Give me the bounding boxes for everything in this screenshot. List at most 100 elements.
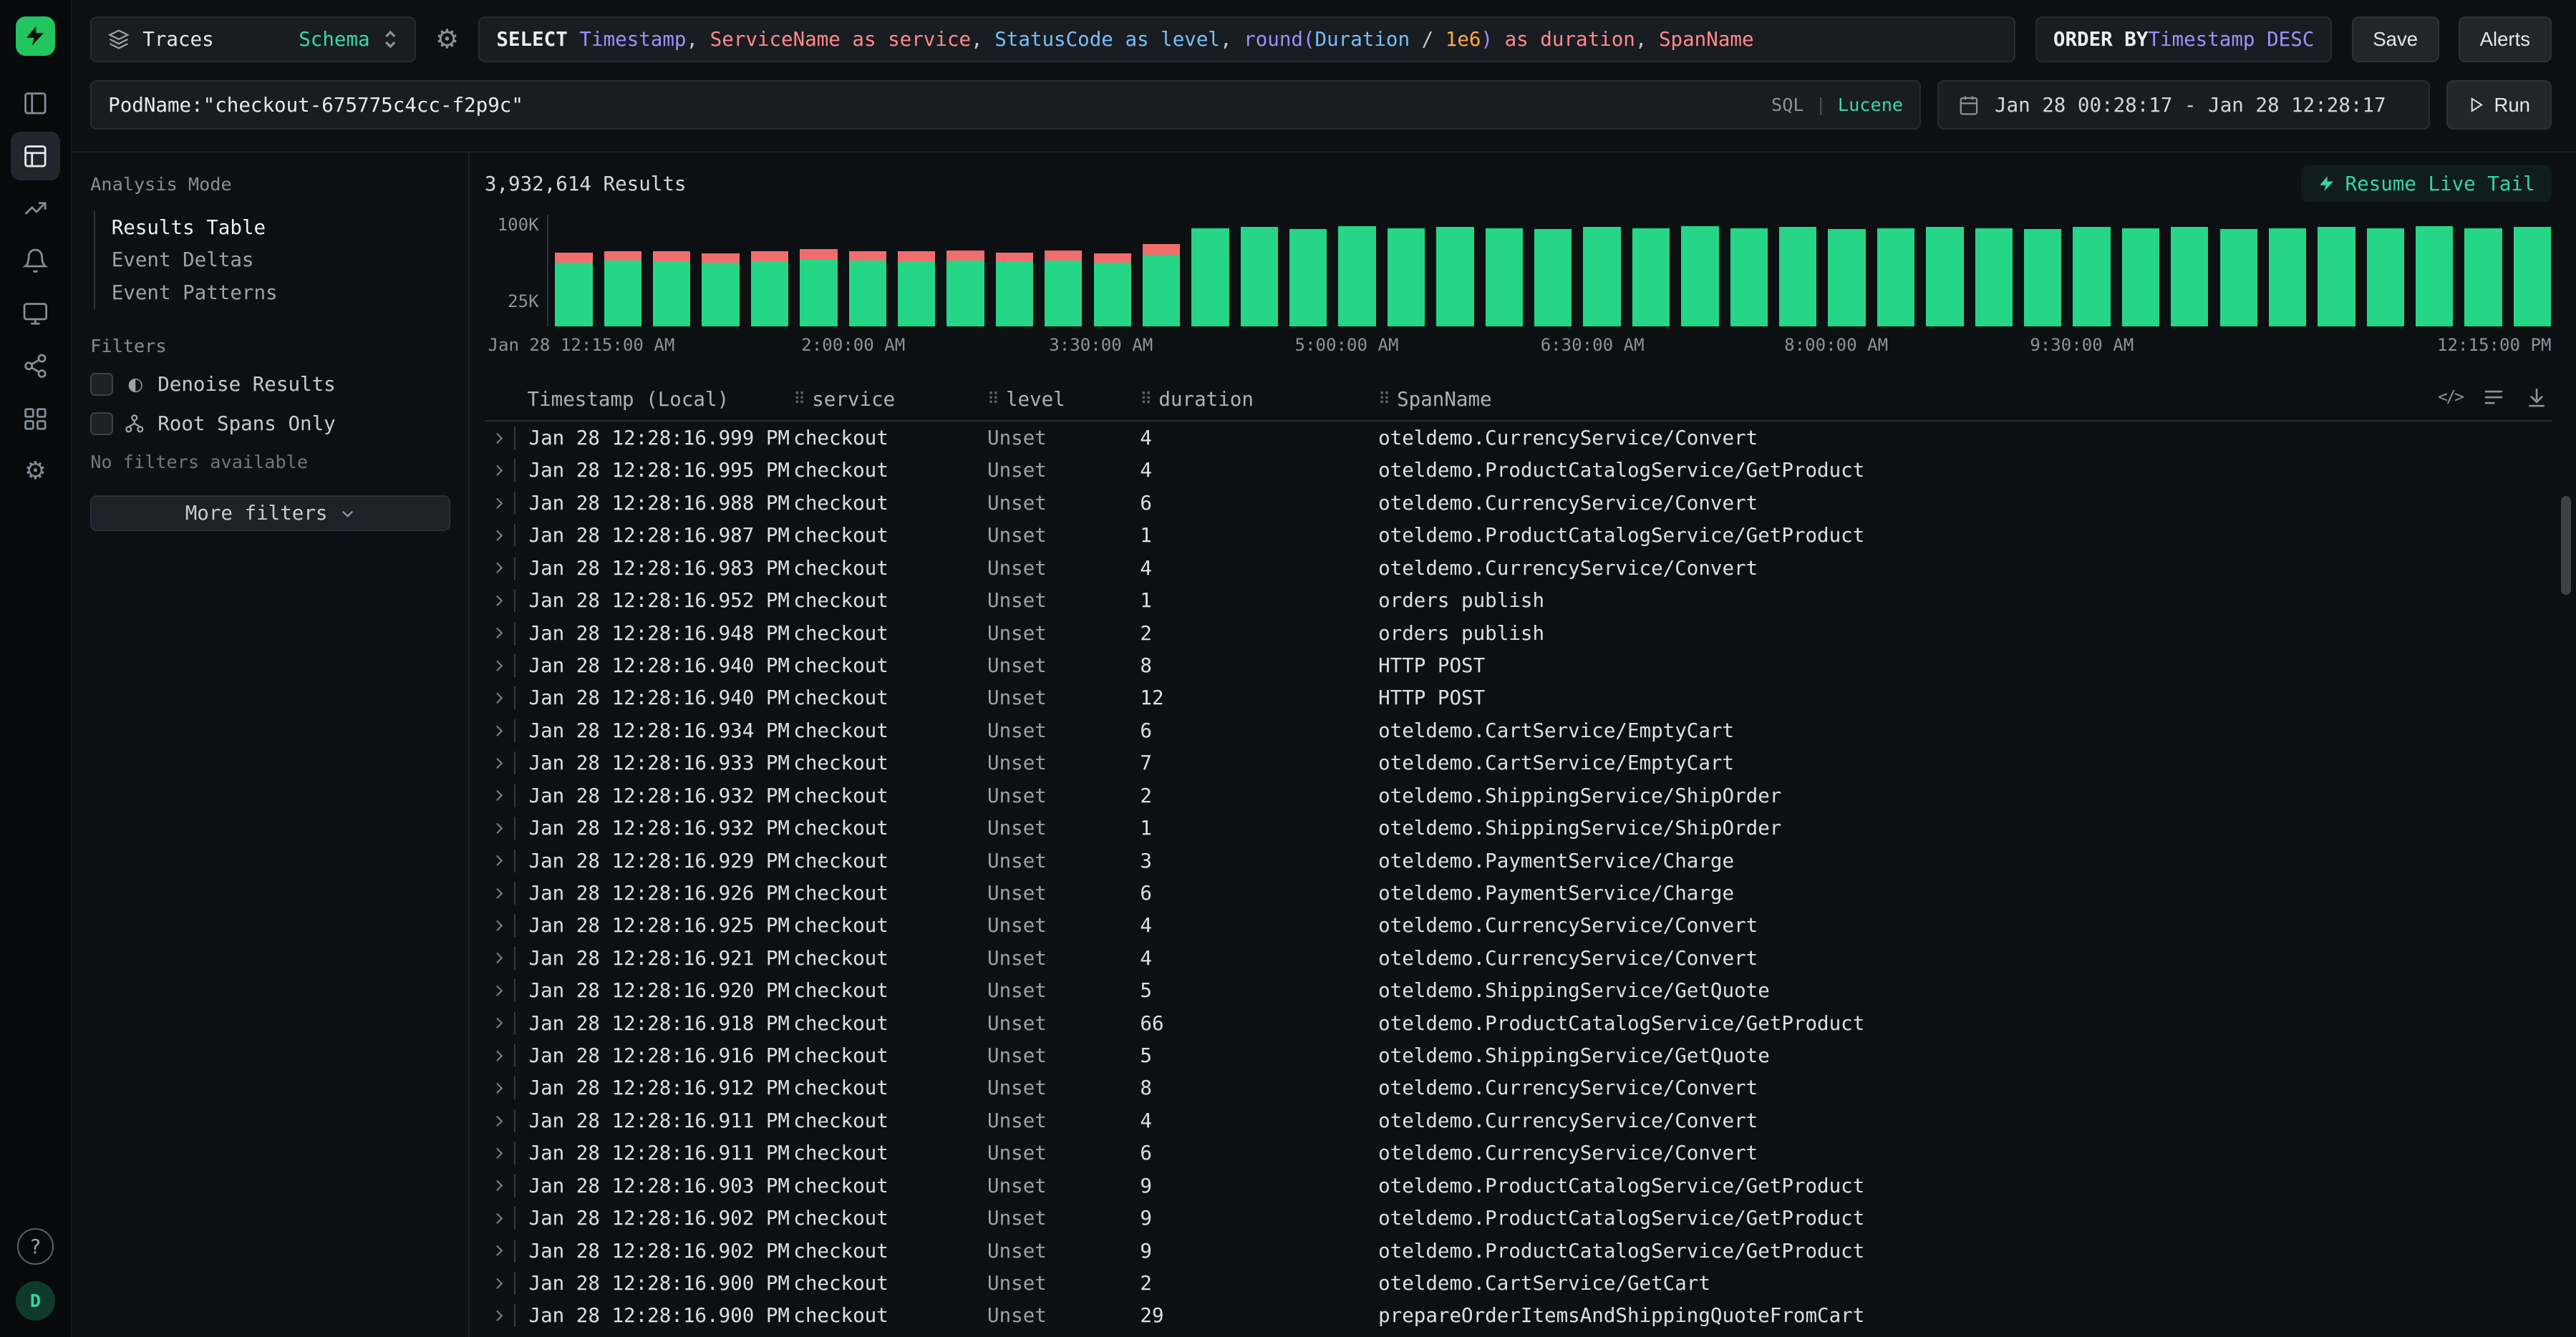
table-row[interactable]: Jan 28 12:28:16.933 PM checkout Unset 7 … (485, 747, 2552, 779)
denoise-results-filter[interactable]: ◐ Denoise Results (90, 373, 450, 396)
alerts-bell-icon[interactable] (11, 236, 60, 286)
histogram-bar[interactable] (1975, 215, 2013, 326)
language-sql-toggle[interactable]: SQL (1771, 94, 1804, 115)
column-header-service[interactable]: ⠿service (793, 388, 987, 411)
histogram-bar[interactable] (1486, 215, 1523, 326)
row-expand-chevron-icon[interactable] (485, 1243, 514, 1258)
row-expand-chevron-icon[interactable] (485, 1049, 514, 1064)
mode-results-table[interactable]: Results Table (95, 211, 450, 244)
mode-event-patterns[interactable]: Event Patterns (95, 276, 450, 309)
chart-explorer-icon[interactable] (11, 184, 60, 233)
histogram-bar[interactable] (2171, 215, 2208, 326)
table-row[interactable]: Jan 28 12:28:16.940 PM checkout Unset 12… (485, 682, 2552, 714)
histogram-bar[interactable] (2416, 215, 2453, 326)
row-density-icon[interactable] (2482, 386, 2505, 409)
row-expand-chevron-icon[interactable] (485, 658, 514, 674)
row-expand-chevron-icon[interactable] (485, 1211, 514, 1226)
histogram-bar[interactable] (1388, 215, 1425, 326)
histogram-bar[interactable] (1045, 215, 1082, 326)
table-row[interactable]: Jan 28 12:28:16.911 PM checkout Unset 4 … (485, 1104, 2552, 1137)
date-range-picker[interactable]: Jan 28 00:28:17 - Jan 28 12:28:17 (1937, 80, 2430, 130)
table-row[interactable]: Jan 28 12:28:16.900 PM checkout Unset 29… (485, 1300, 2552, 1332)
search-results-icon[interactable] (11, 132, 60, 181)
histogram-bar[interactable] (2220, 215, 2257, 326)
column-header-level[interactable]: ⠿level (987, 388, 1140, 411)
table-row[interactable]: Jan 28 12:28:16.911 PM checkout Unset 6 … (485, 1137, 2552, 1170)
help-icon[interactable]: ? (17, 1228, 53, 1264)
run-button[interactable]: Run (2446, 80, 2551, 130)
histogram-bar[interactable] (2073, 215, 2110, 326)
row-expand-chevron-icon[interactable] (485, 951, 514, 966)
order-by-input[interactable]: ORDER BY Timestamp DESC (2035, 16, 2332, 62)
column-header-timestamp[interactable]: Timestamp (Local) (514, 388, 793, 411)
column-header-spanname[interactable]: ⠿SpanName (1378, 388, 2551, 411)
table-row[interactable]: Jan 28 12:28:16.932 PM checkout Unset 2 … (485, 779, 2552, 812)
histogram-bar[interactable] (1534, 215, 1572, 326)
histogram-bar[interactable] (2269, 215, 2306, 326)
histogram-bar[interactable] (1436, 215, 1473, 326)
search-input[interactable]: PodName:"checkout-675775c4cc-f2p9c" SQL … (90, 80, 1921, 130)
histogram-bar[interactable] (653, 215, 690, 326)
table-row[interactable]: Jan 28 12:28:16.902 PM checkout Unset 9 … (485, 1235, 2552, 1267)
table-row[interactable]: Jan 28 12:28:16.987 PM checkout Unset 1 … (485, 520, 2552, 552)
table-row[interactable]: Jan 28 12:28:16.940 PM checkout Unset 8 … (485, 649, 2552, 681)
row-expand-chevron-icon[interactable] (485, 788, 514, 803)
row-expand-chevron-icon[interactable] (485, 756, 514, 771)
histogram-bar[interactable] (2122, 215, 2159, 326)
row-expand-chevron-icon[interactable] (485, 560, 514, 575)
row-expand-chevron-icon[interactable] (485, 691, 514, 706)
histogram-bar[interactable] (1094, 215, 1131, 326)
table-row[interactable]: Jan 28 12:28:16.926 PM checkout Unset 6 … (485, 877, 2552, 909)
code-view-icon[interactable]: </> (2438, 388, 2463, 407)
histogram-bar[interactable] (1779, 215, 1816, 326)
histogram-bar[interactable] (1926, 215, 1963, 326)
root-spans-filter[interactable]: Root Spans Only (90, 412, 450, 435)
histogram-bar[interactable] (2514, 215, 2551, 326)
histogram-bar[interactable] (1877, 215, 1914, 326)
app-logo-icon[interactable] (16, 16, 55, 56)
histogram-bar[interactable] (2318, 215, 2355, 326)
table-row[interactable]: Jan 28 12:28:16.921 PM checkout Unset 4 … (485, 942, 2552, 974)
row-expand-chevron-icon[interactable] (485, 983, 514, 998)
settings-gear-icon[interactable]: ⚙ (11, 447, 60, 496)
row-expand-chevron-icon[interactable] (485, 1308, 514, 1323)
row-expand-chevron-icon[interactable] (485, 463, 514, 478)
table-row[interactable]: Jan 28 12:28:16.903 PM checkout Unset 9 … (485, 1170, 2552, 1202)
drag-handle-icon[interactable]: ⠿ (987, 390, 999, 409)
histogram-bar[interactable] (1828, 215, 1865, 326)
save-button[interactable]: Save (2352, 16, 2439, 62)
table-row[interactable]: Jan 28 12:28:16.920 PM checkout Unset 5 … (485, 974, 2552, 1006)
download-icon[interactable] (2525, 386, 2548, 409)
table-row[interactable]: Jan 28 12:28:16.948 PM checkout Unset 2 … (485, 617, 2552, 649)
mode-event-deltas[interactable]: Event Deltas (95, 244, 450, 277)
drag-handle-icon[interactable]: ⠿ (1140, 390, 1152, 409)
histogram-bar[interactable] (2024, 215, 2061, 326)
table-row[interactable]: Jan 28 12:28:16.925 PM checkout Unset 4 … (485, 910, 2552, 942)
histogram-bar[interactable] (800, 215, 837, 326)
denoise-checkbox[interactable] (90, 373, 113, 396)
drag-handle-icon[interactable]: ⠿ (793, 390, 805, 409)
table-row[interactable]: Jan 28 12:28:16.900 PM checkout Unset 2 … (485, 1267, 2552, 1299)
row-expand-chevron-icon[interactable] (485, 1081, 514, 1096)
table-row[interactable]: Jan 28 12:28:16.929 PM checkout Unset 3 … (485, 845, 2552, 877)
table-row[interactable]: Jan 28 12:28:16.952 PM checkout Unset 1 … (485, 584, 2552, 616)
histogram-bar[interactable] (1338, 215, 1375, 326)
table-row[interactable]: Jan 28 12:28:16.902 PM checkout Unset 9 … (485, 1202, 2552, 1234)
histogram-bar[interactable] (555, 215, 592, 326)
schema-button[interactable]: Schema (299, 28, 369, 51)
table-row[interactable]: Jan 28 12:28:16.912 PM checkout Unset 8 … (485, 1072, 2552, 1104)
histogram-bar[interactable] (1241, 215, 1278, 326)
histogram-bar[interactable] (1191, 215, 1229, 326)
row-expand-chevron-icon[interactable] (485, 496, 514, 511)
client-sessions-icon[interactable] (11, 289, 60, 339)
alerts-button[interactable]: Alerts (2459, 16, 2551, 62)
row-expand-chevron-icon[interactable] (485, 1178, 514, 1193)
histogram-bar[interactable] (946, 215, 984, 326)
histogram-bar[interactable] (849, 215, 886, 326)
table-row[interactable]: Jan 28 12:28:16.983 PM checkout Unset 4 … (485, 552, 2552, 584)
histogram-bar[interactable] (751, 215, 788, 326)
root-spans-checkbox[interactable] (90, 412, 113, 435)
row-expand-chevron-icon[interactable] (485, 1016, 514, 1031)
row-expand-chevron-icon[interactable] (485, 528, 514, 543)
dashboards-icon[interactable] (11, 394, 60, 444)
